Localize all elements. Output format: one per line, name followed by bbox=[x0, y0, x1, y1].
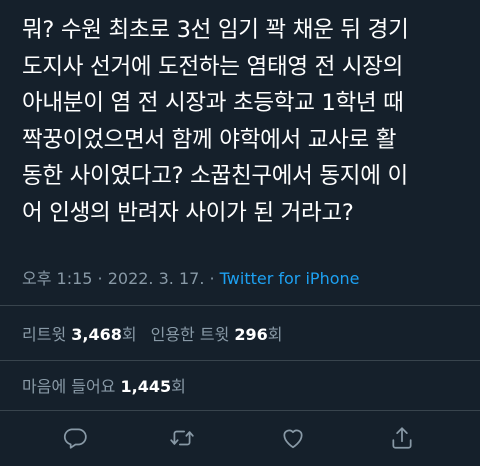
like-icon bbox=[283, 429, 303, 449]
engagement-stats: 리트윗 3,468회 인용한 트윗 296회 bbox=[22, 321, 283, 345]
tweet-source-link[interactable]: Twitter for iPhone bbox=[220, 269, 360, 288]
likes-unit: 회 bbox=[171, 377, 186, 396]
tweet-timestamp[interactable]: 오후 1:15 · 2022. 3. 17. · bbox=[22, 269, 220, 288]
retweet-button[interactable] bbox=[164, 420, 200, 456]
like-button[interactable] bbox=[275, 420, 311, 456]
likes-count: 1,445 bbox=[120, 377, 172, 396]
retweet-icon bbox=[170, 430, 194, 446]
share-icon bbox=[392, 427, 412, 449]
likes-label: 마음에 들어요 bbox=[22, 377, 116, 396]
retweets-unit: 회 bbox=[121, 325, 137, 344]
quotes-label: 인용한 트윗 bbox=[150, 325, 230, 344]
tweet-text-line: 짝꿍이었으면서 함께 야학에서 교사로 활 bbox=[22, 126, 397, 153]
tweet-text-line: 아내분이 염 전 시장과 초등학교 1학년 때 bbox=[22, 90, 404, 116]
tweet-meta: 오후 1:15 · 2022. 3. 17. · Twitter for iPh… bbox=[22, 265, 359, 289]
tweet-text-line: 도지사 선거에 도전하는 염태영 전 시장의 bbox=[22, 53, 404, 80]
likes-stat[interactable]: 마음에 들어요 1,445회 bbox=[22, 377, 186, 396]
share-button[interactable] bbox=[384, 420, 420, 456]
tweet-text-line: 뭐? 수원 최초로 3선 임기 꽉 채운 뒤 경기 bbox=[22, 17, 409, 43]
quotes-unit: 회 bbox=[267, 325, 283, 344]
divider bbox=[0, 410, 480, 411]
reply-icon bbox=[63, 428, 87, 449]
tweet-text-line: 어 인생의 반려자 사이가 된 거라고? bbox=[22, 199, 354, 226]
quotes-stat[interactable]: 인용한 트윗 296회 bbox=[151, 325, 283, 344]
tweet-actions bbox=[0, 420, 480, 456]
tweet-text-line: 동한 사이였다고? 소꿉친구에서 동지에 이 bbox=[22, 163, 408, 189]
retweets-stat[interactable]: 리트윗 3,468회 bbox=[22, 325, 137, 344]
tweet-text: 뭐? 수원 최초로 3선 임기 꽉 채운 뒤 경기 도지사 선거에 도전하는 염… bbox=[22, 12, 472, 231]
reply-button[interactable] bbox=[57, 420, 93, 456]
divider bbox=[0, 360, 480, 361]
retweets-count: 3,468 bbox=[71, 325, 122, 344]
retweets-label: 리트윗 bbox=[22, 325, 67, 344]
quotes-count: 296 bbox=[234, 325, 268, 344]
divider bbox=[0, 305, 480, 306]
likes-stats: 마음에 들어요 1,445회 bbox=[22, 373, 186, 397]
